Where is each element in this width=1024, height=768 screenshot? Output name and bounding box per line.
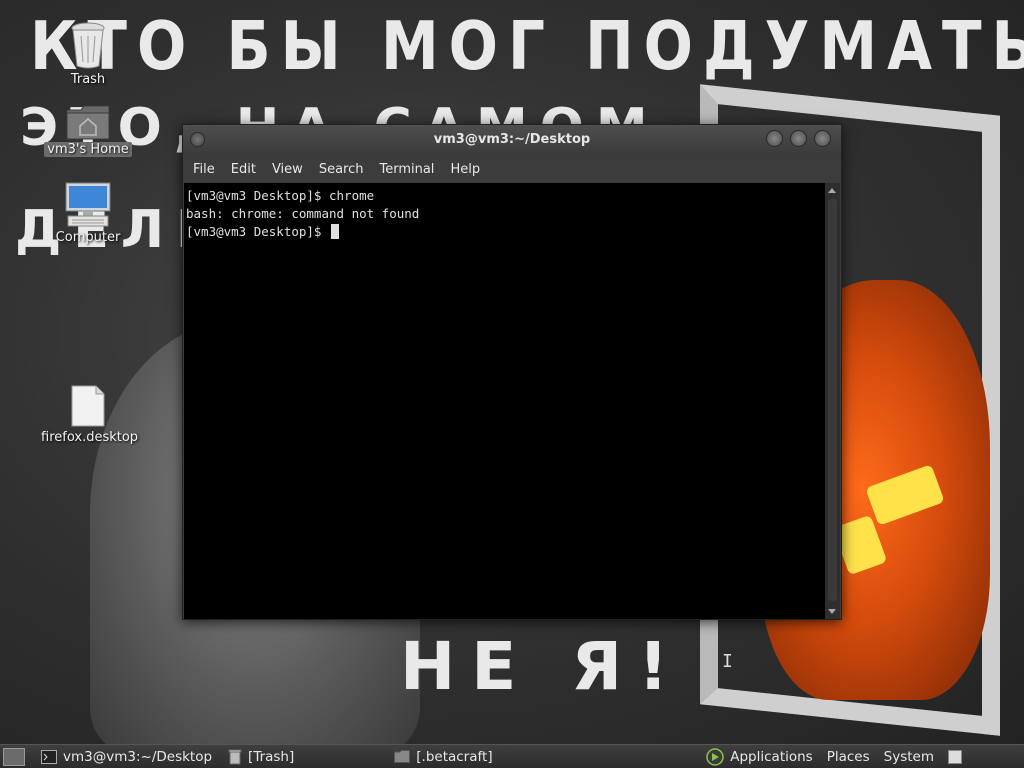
applications-menu[interactable]: Applications xyxy=(706,747,813,766)
trash-icon xyxy=(228,749,242,764)
taskbar-item-trash[interactable]: [Trash] xyxy=(228,749,294,765)
terminal-line: [vm3@vm3 Desktop]$ xyxy=(186,224,329,239)
terminal-window[interactable]: vm3@vm3:~/Desktop File Edit View Search … xyxy=(182,124,842,671)
trash-icon xyxy=(71,22,105,69)
minimize-button[interactable] xyxy=(766,130,783,147)
terminal-titlebar[interactable]: vm3@vm3:~/Desktop xyxy=(183,125,841,155)
desktop-icon-label: vm3's Home xyxy=(44,142,132,157)
show-desktop-button[interactable] xyxy=(3,747,25,766)
workspace-switcher[interactable] xyxy=(948,749,962,764)
terminal-scrollbar[interactable] xyxy=(825,183,840,619)
desktop-icon-label: Trash xyxy=(70,72,106,87)
folder-icon xyxy=(394,750,411,763)
taskbar-item-terminal[interactable]: vm3@vm3:~/Desktop xyxy=(41,749,212,765)
scroll-track[interactable] xyxy=(828,199,837,601)
desktop-icon-label: firefox.desktop xyxy=(41,430,139,445)
menu-terminal[interactable]: Terminal xyxy=(373,159,440,180)
scroll-down-arrow-icon[interactable] xyxy=(828,609,836,614)
desktop-icon-label: Computer xyxy=(55,230,121,245)
home-folder-icon xyxy=(66,105,110,140)
wallpaper-text-line1: КТО БЫ МОГ ПОДУМАТЬ, ЧТО Я – xyxy=(30,6,1024,86)
applications-icon xyxy=(706,747,724,766)
bottom-panel: vm3@vm3:~/Desktop [Trash] [.betacraft] A… xyxy=(0,744,1024,768)
places-menu[interactable]: Places xyxy=(827,749,870,765)
desktop-icon-computer[interactable]: Computer xyxy=(38,182,138,245)
close-button[interactable] xyxy=(814,130,831,147)
scroll-up-arrow-icon[interactable] xyxy=(828,188,836,193)
menu-help[interactable]: Help xyxy=(444,159,486,180)
wallpaper-text-line4: НЕ Я! xyxy=(400,628,685,705)
maximize-button[interactable] xyxy=(790,130,807,147)
terminal-menubar: File Edit View Search Terminal Help xyxy=(183,155,841,183)
terminal-line: [vm3@vm3 Desktop]$ chrome xyxy=(186,188,375,203)
terminal-icon xyxy=(41,749,57,764)
taskbar-item-label: [.betacraft] xyxy=(416,748,493,765)
menu-file[interactable]: File xyxy=(187,159,221,180)
terminal-prompt-row: [vm3@vm3 Desktop]$ xyxy=(186,223,824,241)
file-icon xyxy=(71,385,105,427)
applications-label: Applications xyxy=(730,748,813,765)
taskbar-item-label: [Trash] xyxy=(248,748,295,765)
desktop-icon-firefox[interactable]: firefox.desktop xyxy=(38,384,138,445)
menu-edit[interactable]: Edit xyxy=(225,159,262,180)
menu-view[interactable]: View xyxy=(266,159,309,180)
window-title: vm3@vm3:~/Desktop xyxy=(433,132,591,147)
text-cursor xyxy=(331,224,339,239)
system-menu[interactable]: System xyxy=(884,749,934,765)
menu-search[interactable]: Search xyxy=(313,159,370,180)
terminal-line: bash: chrome: command not found xyxy=(186,206,420,221)
taskbar-item-betacraft[interactable]: [.betacraft] xyxy=(394,748,493,765)
ibeam-cursor-icon: I xyxy=(722,651,733,672)
computer-icon xyxy=(65,182,111,227)
desktop-icon-home[interactable]: vm3's Home xyxy=(38,104,138,157)
terminal-output[interactable]: [vm3@vm3 Desktop]$ chrome bash: chrome: … xyxy=(184,183,826,671)
desktop-icon-trash[interactable]: Trash xyxy=(38,20,138,87)
taskbar-item-label: vm3@vm3:~/Desktop xyxy=(63,748,213,765)
